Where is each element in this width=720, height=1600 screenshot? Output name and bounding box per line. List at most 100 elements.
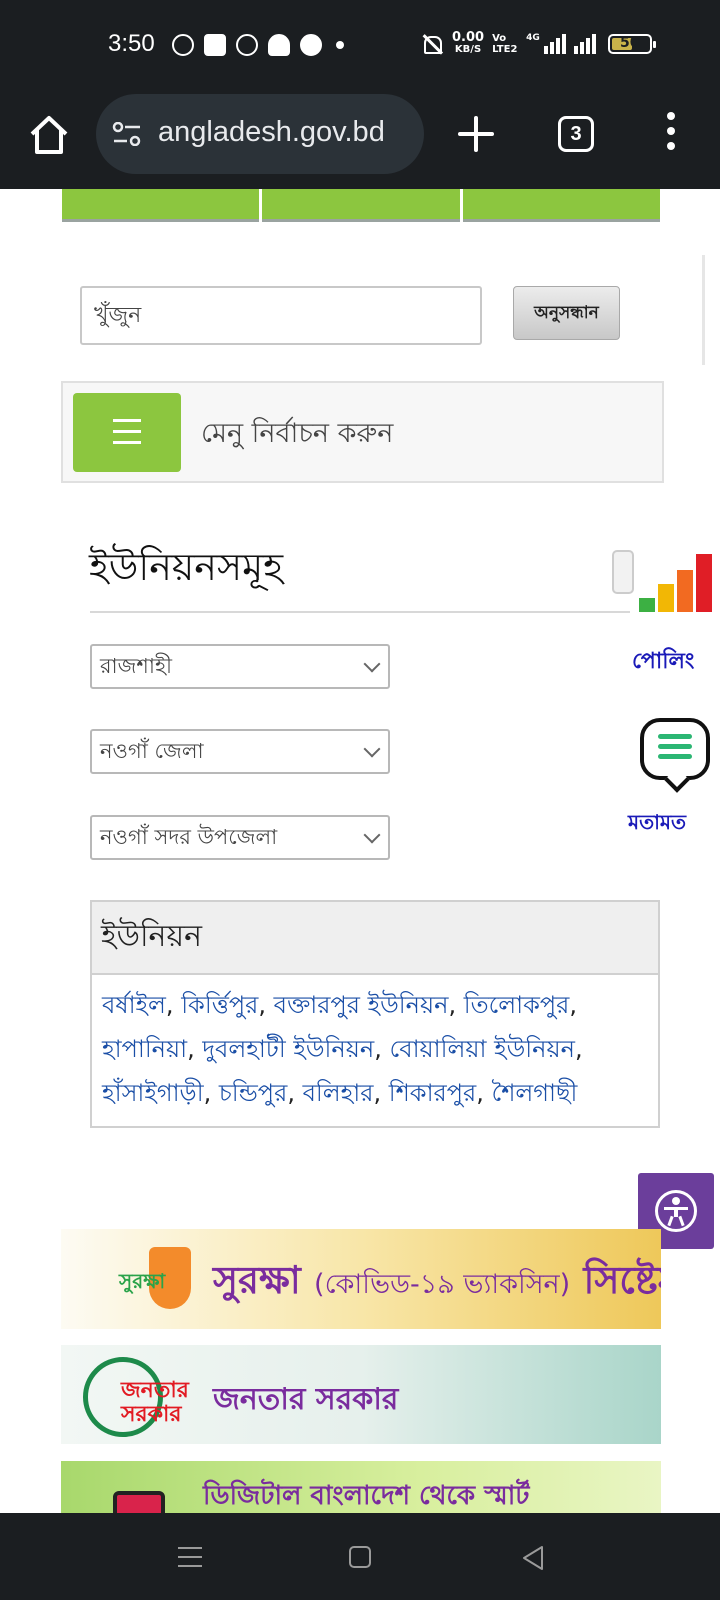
surokkha-banner[interactable]: সুরক্ষা সুরক্ষা (কোভিড-১৯ ভ্যাকসিন) সিষ্… bbox=[61, 1229, 661, 1329]
union-link[interactable]: কির্ত্তিপুর bbox=[181, 991, 258, 1019]
poll-chart-icon bbox=[639, 554, 712, 612]
union-panel-header: ইউনিয়ন bbox=[92, 902, 658, 975]
division-select[interactable]: রাজশাহী bbox=[90, 644, 390, 689]
chevron-down-icon bbox=[363, 655, 381, 673]
menu-label[interactable]: মেনু নির্বাচন করুন bbox=[201, 413, 393, 458]
union-link[interactable]: তিলোকপুর bbox=[464, 991, 570, 1019]
janatar-sarkar-banner[interactable]: জনতার সরকার জনতার সরকার bbox=[61, 1345, 661, 1444]
surokkha-title-suffix: সিষ্টেম bbox=[583, 1258, 661, 1302]
menu-toggle-button[interactable] bbox=[73, 393, 181, 472]
net-speed-unit: KB/S bbox=[454, 44, 482, 55]
smart-bangladesh-banner[interactable]: ডিজিটাল বাংলাদেশ থেকে স্মার্ট bbox=[61, 1461, 661, 1513]
new-tab-icon[interactable] bbox=[458, 116, 494, 152]
upazila-select[interactable]: নওগাঁ সদর উপজেলা bbox=[90, 815, 390, 860]
union-link[interactable]: দুবলহাটী ইউনিয়ন bbox=[202, 1035, 374, 1063]
union-link[interactable]: বলিহার bbox=[303, 1079, 374, 1107]
system-indicators: 0.00 KB/S Vo LTE2 4G 50 bbox=[420, 30, 656, 56]
union-link[interactable]: বক্তারপুর ইউনিয়ন bbox=[274, 991, 449, 1019]
signal-icon-sim2 bbox=[573, 34, 596, 54]
mute-icon bbox=[420, 33, 444, 55]
surokkha-title-main: সুরক্ষা bbox=[213, 1258, 301, 1302]
home-nav-icon[interactable] bbox=[349, 1546, 371, 1568]
page-title: ইউনিয়নসমূহ bbox=[89, 545, 284, 589]
net-speed: 0.00 KB/S bbox=[452, 30, 485, 56]
back-icon[interactable] bbox=[520, 1545, 544, 1571]
poll-bar bbox=[658, 584, 674, 612]
chevron-down-icon bbox=[363, 740, 381, 758]
union-list: বর্ষাইল, কির্ত্তিপুর, বক্তারপুর ইউনিয়ন,… bbox=[92, 975, 658, 1123]
poll-handle[interactable] bbox=[612, 550, 634, 594]
janatar-logo-text: জনতার সরকার bbox=[121, 1378, 189, 1427]
poll-bar bbox=[639, 598, 655, 612]
union-link[interactable]: শিকারপুর bbox=[389, 1079, 477, 1107]
union-separator: , bbox=[165, 991, 182, 1019]
network-type: 4G bbox=[526, 33, 540, 43]
union-link[interactable]: হাপানিয়া bbox=[102, 1035, 187, 1063]
poll-widget[interactable] bbox=[612, 546, 712, 616]
facebook-icon bbox=[300, 34, 322, 56]
status-time: 3:50 bbox=[108, 30, 155, 57]
menu-selector[interactable]: মেনু নির্বাচন করুন bbox=[61, 381, 664, 483]
union-separator: , bbox=[258, 991, 274, 1019]
poll-bar bbox=[677, 570, 693, 612]
site-settings-icon[interactable] bbox=[112, 122, 142, 146]
hamburger-icon bbox=[113, 419, 141, 452]
union-separator: , bbox=[476, 1079, 492, 1107]
chevron-down-icon bbox=[363, 826, 381, 844]
accessibility-icon-head bbox=[672, 1197, 680, 1205]
volte-icon: Vo LTE2 bbox=[492, 33, 518, 55]
union-link[interactable]: চন্ডিপুর bbox=[219, 1079, 287, 1107]
surokkha-logo: সুরক্ষা bbox=[119, 1247, 191, 1313]
title-divider bbox=[90, 611, 630, 613]
more-notifications-dot bbox=[336, 41, 344, 49]
browser-toolbar: angladesh.gov.bd 3 bbox=[0, 86, 720, 189]
feedback-link[interactable]: মতামত bbox=[628, 808, 686, 841]
signal-icon-sim1 bbox=[543, 34, 566, 54]
union-separator: , bbox=[373, 1079, 389, 1107]
union-link[interactable]: বোয়ালিয়া ইউনিয়ন bbox=[389, 1035, 574, 1063]
union-separator: , bbox=[203, 1079, 219, 1107]
surokkha-subtitle: (কোভিড-১৯ ভ্যাকসিন) bbox=[314, 1269, 571, 1300]
district-select[interactable]: নওগাঁ জেলা bbox=[90, 729, 390, 774]
net-speed-value: 0.00 bbox=[452, 30, 485, 45]
union-separator: , bbox=[187, 1035, 203, 1063]
top-nav-strip[interactable] bbox=[62, 189, 660, 219]
search-input[interactable]: খুঁজুন bbox=[80, 286, 482, 345]
heart-icon bbox=[268, 34, 290, 56]
union-separator: , bbox=[287, 1079, 303, 1107]
notification-icons bbox=[172, 34, 344, 56]
smart-bangladesh-text: ডিজিটাল বাংলাদেশ থেকে স্মার্ট bbox=[203, 1481, 530, 1511]
home-icon[interactable] bbox=[26, 112, 72, 158]
battery-icon: 50 bbox=[607, 34, 656, 54]
union-link[interactable]: বর্ষাইল bbox=[102, 991, 166, 1019]
address-bar[interactable]: angladesh.gov.bd bbox=[96, 94, 424, 174]
more-options-icon[interactable] bbox=[664, 112, 678, 156]
union-separator: , bbox=[374, 1035, 390, 1063]
upazila-select-value: নওগাঁ সদর উপজেলা bbox=[100, 825, 278, 849]
tab-switcher-button[interactable]: 3 bbox=[558, 116, 594, 152]
union-separator: , bbox=[574, 1035, 583, 1063]
page-scrollbar[interactable] bbox=[702, 255, 705, 365]
status-bar: 3:50 0.00 KB/S Vo LTE2 4G 50 bbox=[0, 0, 720, 86]
janatar-sarkar-logo: জনতার সরকার bbox=[81, 1353, 193, 1437]
system-navigation-bar bbox=[0, 1513, 720, 1600]
sync-icon bbox=[236, 34, 258, 56]
surokkha-title: সুরক্ষা (কোভিড-১৯ ভ্যাকসিন) সিষ্টেম bbox=[213, 1251, 661, 1315]
accessibility-icon-body bbox=[674, 1207, 678, 1217]
poll-link[interactable]: পোলিং bbox=[632, 644, 694, 681]
feedback-icon[interactable] bbox=[640, 718, 710, 780]
union-panel: ইউনিয়ন বর্ষাইল, কির্ত্তিপুর, বক্তারপুর … bbox=[90, 900, 660, 1128]
surokkha-logo-text: সুরক্ষা bbox=[119, 1269, 166, 1293]
search-button[interactable]: অনুসন্ধান bbox=[513, 286, 620, 340]
recent-apps-icon[interactable] bbox=[178, 1547, 202, 1574]
battery-level: 50 bbox=[619, 35, 640, 51]
division-select-value: রাজশাহী bbox=[100, 654, 172, 678]
union-separator: , bbox=[448, 991, 464, 1019]
union-link[interactable]: হাঁসাইগাড়ী bbox=[102, 1079, 204, 1107]
url-text[interactable]: angladesh.gov.bd bbox=[158, 116, 418, 149]
whatsapp-icon bbox=[172, 34, 194, 56]
message-icon bbox=[204, 34, 226, 56]
poll-bar bbox=[696, 554, 712, 612]
union-link[interactable]: শৈলগাছী bbox=[492, 1079, 578, 1107]
union-separator: , bbox=[569, 991, 577, 1019]
